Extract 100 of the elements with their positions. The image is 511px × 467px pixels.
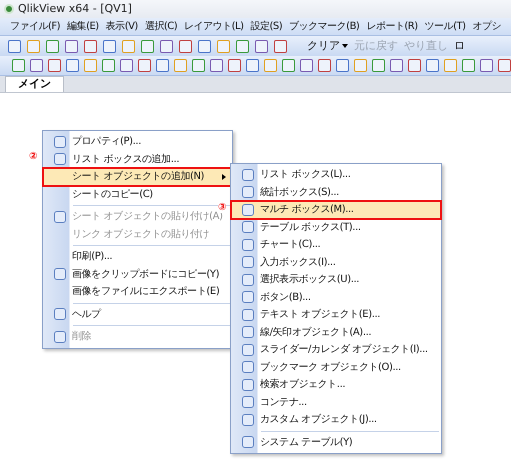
menu-icon [242, 204, 254, 216]
tool-icon[interactable] [66, 59, 79, 72]
menu-icon [242, 326, 254, 338]
menu-item[interactable]: プロパティ(P)... [43, 133, 232, 150]
toolbar-button[interactable]: クリア [307, 38, 348, 54]
menu-bar-item[interactable]: ブックマーク(B) [289, 19, 360, 34]
menu-item[interactable]: 統計ボックス(S)... [231, 184, 441, 201]
tool-icon[interactable] [198, 40, 211, 52]
menu-item[interactable]: マルチ ボックス(M)... [231, 201, 441, 218]
tool-icon[interactable] [46, 40, 59, 52]
menu-item[interactable]: ヘルプ [43, 306, 232, 323]
tool-icon[interactable] [103, 40, 116, 52]
tool-icon[interactable] [228, 59, 241, 72]
tool-icon[interactable] [102, 59, 115, 72]
menu-icon [54, 308, 66, 320]
menu-icon [242, 221, 254, 234]
step-number: ② [29, 152, 38, 162]
tool-icon[interactable] [12, 59, 25, 72]
tool-icon[interactable] [480, 59, 493, 72]
menu-item[interactable]: スライダー/カレンダ オブジェクト(I)... [231, 341, 441, 358]
menu-icon [54, 330, 66, 343]
menu-item[interactable]: リスト ボックス(L)... [231, 166, 441, 184]
menu-item[interactable]: カスタム オブジェクト(J)... [231, 411, 441, 428]
menu-icon [242, 274, 254, 286]
tool-icon[interactable] [65, 40, 78, 52]
menu-item[interactable]: 選択表示ボックス(U)... [231, 271, 441, 288]
menu-icon [54, 136, 66, 148]
menu-bar-item[interactable]: 設定(S) [250, 19, 282, 34]
menu-icon [242, 168, 254, 181]
menu-item[interactable]: シートのコピー(C) [43, 186, 232, 203]
window-title: QlikView x64 - [QV1] [18, 0, 132, 17]
dropdown-caret-icon [342, 44, 348, 48]
menu-item[interactable]: 入力ボックス(I)... [231, 254, 441, 271]
tool-icon[interactable] [8, 40, 21, 52]
menu-icon [242, 308, 254, 321]
menu-icon [242, 436, 254, 448]
tool-icon[interactable] [236, 40, 249, 52]
tool-icon[interactable] [390, 59, 403, 72]
menu-icon [242, 378, 254, 391]
menu-item[interactable]: 画像をクリップボードにコピー(Y) [43, 266, 232, 283]
toolbar-button[interactable]: ロ [454, 38, 465, 54]
menu-icon [54, 210, 66, 223]
menu-bar-item[interactable]: レイアウト(L) [184, 19, 244, 34]
menu-item[interactable]: リスト ボックスの追加... [43, 150, 232, 168]
tool-icon[interactable] [336, 59, 349, 72]
menu-icon [242, 186, 254, 198]
tool-icon[interactable] [156, 59, 169, 72]
menu-item[interactable]: コンテナ... [231, 394, 441, 411]
tool-icon[interactable] [318, 59, 331, 72]
app-icon [4, 4, 14, 14]
tool-icon[interactable] [210, 59, 223, 72]
tool-icon[interactable] [372, 59, 385, 72]
menu-item[interactable]: チャート(C)... [231, 236, 441, 254]
menu-bar-item[interactable]: ツール(T) [424, 19, 466, 34]
tool-icon[interactable] [462, 59, 475, 72]
tool-icon[interactable] [160, 40, 173, 52]
menu-bar-item[interactable]: 編集(E) [67, 19, 99, 34]
menu-icon [242, 361, 254, 374]
menu-icon [242, 414, 254, 426]
tool-icon[interactable] [120, 59, 133, 72]
tool-icon[interactable] [141, 40, 154, 52]
menu-item[interactable]: 検索オブジェクト... [231, 376, 441, 394]
menu-item[interactable]: シート オブジェクトの追加(N) [43, 168, 232, 186]
menu-icon [54, 268, 66, 280]
tool-icon[interactable] [48, 59, 61, 72]
menu-bar-item[interactable]: ファイル(F) [10, 19, 60, 34]
menu-bar-item[interactable]: オプシ [472, 19, 502, 34]
menu-item[interactable]: ボタン(B)... [231, 288, 441, 306]
menu-icon [242, 238, 254, 251]
tool-icon[interactable] [282, 59, 295, 72]
tool-icon[interactable] [408, 59, 421, 72]
tool-icon[interactable] [498, 59, 511, 72]
tool-icon[interactable] [138, 59, 151, 72]
menu-item[interactable]: テキスト オブジェクト(E)... [231, 306, 441, 324]
menu-icon [54, 153, 66, 166]
tool-icon[interactable] [426, 59, 439, 72]
tool-icon[interactable] [274, 40, 287, 52]
menu-icon [242, 256, 254, 268]
sheet-tab[interactable]: メイン [5, 76, 64, 92]
menu-item[interactable]: 画像をファイルにエクスポート(E) [43, 283, 232, 300]
menu-bar-item[interactable]: 選択(C) [144, 19, 178, 34]
tool-icon[interactable] [30, 59, 43, 72]
tool-icon[interactable] [246, 59, 259, 72]
tool-icon[interactable] [179, 40, 192, 52]
tool-icon[interactable] [192, 59, 205, 72]
menu-icon [242, 396, 254, 408]
menu-bar-item[interactable]: レポート(R) [366, 19, 418, 34]
tool-icon[interactable] [255, 40, 268, 52]
tool-icon[interactable] [300, 59, 313, 72]
menu-icon [242, 291, 254, 304]
menu-item[interactable]: システム テーブル(Y) [231, 434, 441, 451]
menu-item[interactable]: 線/矢印オブジェクト(A)... [231, 324, 441, 341]
tool-icon[interactable] [84, 40, 97, 52]
menu-item[interactable]: テーブル ボックス(T)... [231, 218, 441, 236]
menu-item[interactable]: ブックマーク オブジェクト(O)... [231, 358, 441, 376]
submenu-arrow-icon [222, 174, 226, 180]
menu-icon [242, 344, 254, 356]
menu-item[interactable]: 印刷(P)... [43, 248, 232, 266]
step-number: ③ [218, 203, 226, 213]
menu-bar-item[interactable]: 表示(V) [106, 19, 138, 34]
